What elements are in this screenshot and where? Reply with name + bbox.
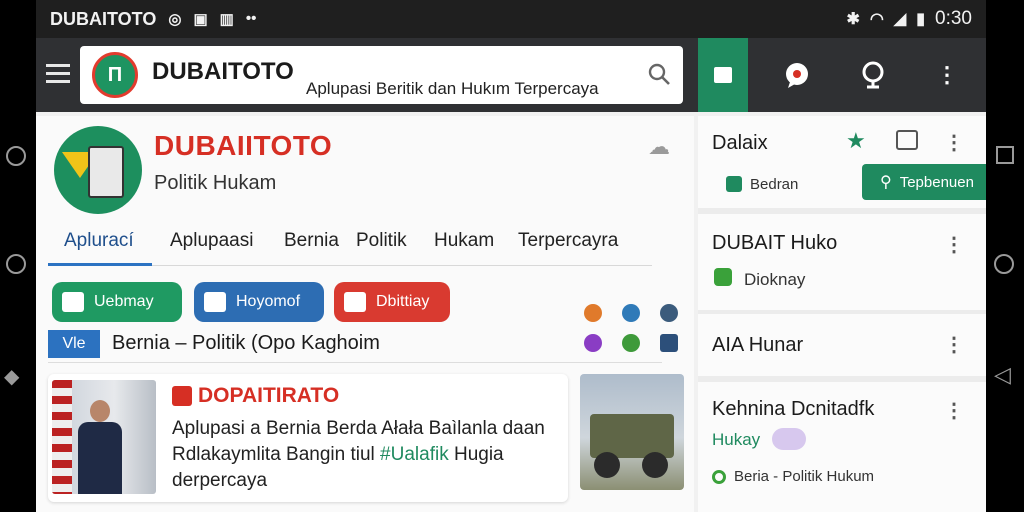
panel-header-card: Dalaix ★ ⋮ Bedran ⚲ Tepbenuen bbox=[698, 116, 986, 208]
thumbnail-image[interactable] bbox=[580, 374, 684, 490]
status-app-name: DUBAITOTO bbox=[50, 8, 157, 29]
image-icon: ▣ bbox=[193, 11, 208, 28]
tepbenuen-label: Tepbenuen bbox=[899, 173, 974, 191]
article-body: Aplupasi a Bernia Berda Ałała Baìlanla d… bbox=[172, 416, 564, 494]
overview-nav-button[interactable] bbox=[996, 146, 1014, 164]
recent-nav-button[interactable] bbox=[6, 254, 26, 274]
tab-bernia[interactable]: Bernia bbox=[284, 230, 339, 252]
tag-icon bbox=[772, 428, 806, 450]
chip-icon bbox=[62, 292, 84, 312]
headline-tag: Vle bbox=[48, 330, 100, 358]
chip-dbittiay[interactable]: Dbittiay bbox=[334, 282, 450, 322]
more-vert-icon[interactable]: ⋮ bbox=[944, 232, 964, 257]
tab-aplupaasi[interactable]: Aplupaasi bbox=[170, 230, 253, 252]
media-icon: ▥ bbox=[219, 11, 234, 28]
brand-title: DUBAITOTO bbox=[152, 58, 294, 85]
source-icon bbox=[172, 386, 192, 406]
bedran-label: Bedran bbox=[750, 175, 799, 193]
bedran-button[interactable]: Bedran bbox=[726, 166, 798, 202]
article-source: DOPAITIRATO bbox=[198, 384, 340, 407]
chip-hoyomof[interactable]: Hoyomof bbox=[194, 282, 324, 322]
main-content: DUBAIITOTO Politik Hukam ☁ Aplurací Aplu… bbox=[36, 116, 694, 512]
chip-icon bbox=[344, 292, 366, 312]
target-icon: ◎ bbox=[168, 11, 182, 28]
chip-uebmay[interactable]: Uebmay bbox=[52, 282, 182, 322]
more-vert-icon[interactable]: ⋮ bbox=[944, 130, 964, 155]
panel-item-title: AIA Hunar bbox=[712, 334, 804, 356]
tab-bar: Aplurací Aplupaasi Bernia Politik Hukam … bbox=[48, 220, 652, 266]
clock: 0:30 bbox=[935, 8, 972, 29]
location-icon[interactable] bbox=[858, 60, 888, 90]
share-icon-3[interactable] bbox=[660, 304, 678, 322]
cloud-icon[interactable]: ☁ bbox=[648, 134, 670, 160]
share-icon-4[interactable] bbox=[584, 334, 602, 352]
chat-icon bbox=[714, 268, 732, 286]
tepbenuen-button[interactable]: ⚲ Tepbenuen bbox=[862, 164, 986, 200]
status-right: ✱ ◠ ◢ ▮ 0:30 bbox=[847, 8, 972, 30]
chip-icon bbox=[204, 292, 226, 312]
bookmark-button[interactable] bbox=[698, 38, 748, 112]
article-image bbox=[52, 380, 156, 494]
menu-icon[interactable] bbox=[46, 64, 70, 84]
panel-item-sub: Dioknay bbox=[744, 270, 806, 289]
back-nav-button[interactable]: ◁ bbox=[994, 364, 1011, 386]
notification-icons: ◎ ▣ ▥ •• bbox=[168, 10, 256, 28]
tab-terpercaya[interactable]: Terpercayra bbox=[518, 230, 618, 252]
tab-aplurasi[interactable]: Aplurací bbox=[64, 230, 134, 252]
location-pin-icon bbox=[712, 470, 726, 484]
search-icon[interactable] bbox=[647, 62, 671, 92]
home-nav-button-right[interactable] bbox=[994, 254, 1014, 274]
article-hashtag[interactable]: #Ualafik bbox=[380, 444, 449, 465]
chip-label: Dbittiay bbox=[376, 293, 430, 310]
lock-icon bbox=[726, 176, 742, 192]
star-icon[interactable]: ★ bbox=[846, 128, 866, 154]
share-icon-5[interactable] bbox=[622, 334, 640, 352]
panel-title: Dalaix bbox=[712, 132, 768, 154]
headline-text[interactable]: Bernia – Politik (Opo Kaghoim bbox=[112, 332, 380, 355]
battery-icon: ▮ bbox=[916, 11, 926, 28]
search-bar[interactable]: Π DUBAITOTO Aplupasi Beritik dan Hukım T… bbox=[80, 46, 683, 104]
tab-politik[interactable]: Politik bbox=[356, 230, 407, 252]
tab-indicator bbox=[48, 263, 152, 266]
more-vert-icon[interactable]: ⋮ bbox=[932, 60, 962, 90]
profile-title: DUBAIITOTO bbox=[154, 130, 333, 161]
more-vert-icon[interactable]: ⋮ bbox=[944, 398, 964, 423]
bookmark-icon bbox=[714, 67, 732, 83]
signal-icon: ◢ bbox=[893, 11, 907, 28]
divider bbox=[48, 362, 662, 363]
brand-tagline: Aplupasi Beritik dan Hukım Terpercaya bbox=[306, 79, 599, 98]
panel-item-card[interactable]: AIA Hunar ⋮ bbox=[698, 314, 986, 376]
profile-logo bbox=[54, 126, 142, 214]
home-nav-button[interactable] bbox=[6, 146, 26, 166]
chip-label: Hoyomof bbox=[236, 293, 301, 310]
share-icon-2[interactable] bbox=[622, 304, 640, 322]
panel-item-card[interactable]: Kehnina Dcnitadfk ⋮ Hukay Beria - Politi… bbox=[698, 382, 986, 512]
search-icon: ⚲ bbox=[880, 174, 892, 191]
wifi-icon: ◠ bbox=[869, 11, 884, 28]
brand-logo: Π bbox=[92, 52, 138, 98]
screen: DUBAITOTO ◎ ▣ ▥ •• ✱ ◠ ◢ ▮ 0:30 Π DUBAIT… bbox=[36, 0, 986, 512]
device-frame: ◆ ◁ DUBAITOTO ◎ ▣ ▥ •• ✱ ◠ ◢ ▮ 0:30 Π DU… bbox=[0, 0, 1024, 512]
share-icon-6[interactable] bbox=[660, 334, 678, 352]
panel-item-card[interactable]: DUBAIT Huko ⋮ Dioknay bbox=[698, 214, 986, 310]
bluetooth-icon: ✱ bbox=[846, 11, 860, 28]
panel-item-title: DUBAIT Huko bbox=[712, 232, 838, 254]
chip-label: Uebmay bbox=[94, 293, 154, 310]
app-bar: Π DUBAITOTO Aplupasi Beritik dan Hukım T… bbox=[36, 38, 986, 112]
more-dots-icon: •• bbox=[245, 10, 257, 27]
fullscreen-icon[interactable] bbox=[896, 130, 918, 150]
panel-item-title: Kehnina Dcnitadfk bbox=[712, 398, 875, 420]
status-bar: DUBAITOTO ◎ ▣ ▥ •• ✱ ◠ ◢ ▮ 0:30 bbox=[36, 0, 986, 38]
more-vert-icon[interactable]: ⋮ bbox=[944, 332, 964, 357]
chat-icon[interactable] bbox=[782, 60, 812, 90]
article-card[interactable]: DOPAITIRATO Aplupasi a Bernia Berda Ałał… bbox=[48, 374, 568, 502]
profile-subtitle: Politik Hukam bbox=[154, 172, 277, 194]
tab-hukam[interactable]: Hukam bbox=[434, 230, 494, 252]
panel-item-sub: Hukay bbox=[712, 430, 761, 449]
panel-item-extra: Beria - Politik Hukum bbox=[734, 468, 875, 485]
right-panel: Dalaix ★ ⋮ Bedran ⚲ Tepbenuen DUBAIT Huk… bbox=[698, 116, 986, 512]
assistant-nav-button[interactable]: ◆ bbox=[4, 366, 19, 388]
share-icon-1[interactable] bbox=[584, 304, 602, 322]
